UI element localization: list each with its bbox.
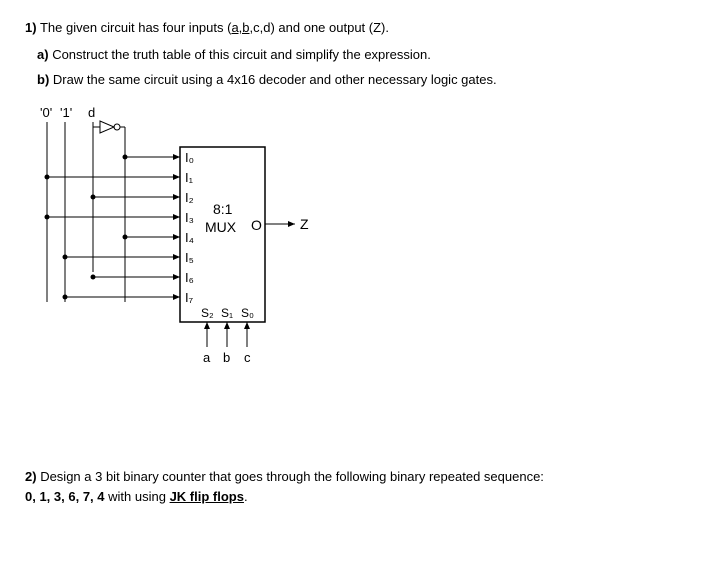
label-i7: I₇ — [185, 290, 194, 305]
label-sel-b: b — [223, 350, 230, 365]
q1-b-text: Draw the same circuit using a 4x16 decod… — [53, 72, 497, 87]
q1-a-label: a) — [37, 47, 49, 62]
label-zero: '0' — [40, 105, 52, 120]
q1-inputs-underlined: a,b — [231, 20, 249, 35]
q2-with-using: with using — [108, 489, 166, 504]
q1-intro-before: The given circuit has four inputs ( — [40, 20, 231, 35]
q2-sequence: 0, 1, 3, 6, 7, 4 — [25, 489, 105, 504]
q2-number: 2) — [25, 469, 37, 484]
label-d: d — [88, 105, 95, 120]
label-i1: I₁ — [185, 170, 194, 185]
label-s1: S₁ — [221, 306, 233, 320]
label-i4: I₄ — [185, 230, 194, 245]
question-2: 2) Design a 3 bit binary counter that go… — [25, 467, 682, 506]
q1-part-b: b) Draw the same circuit using a 4x16 de… — [37, 72, 682, 87]
label-s0: S₀ — [241, 306, 254, 320]
q1-part-a: a) Construct the truth table of this cir… — [37, 47, 682, 62]
label-output-z: Z — [300, 216, 309, 232]
label-i5: I₅ — [185, 250, 194, 265]
q1-number: 1) — [25, 20, 37, 35]
q1-intro-after: ,c,d) and one output (Z). — [250, 20, 389, 35]
circuit-svg: '0' '1' d I₀ I₁ I₂ I₃ I₄ I₅ I₆ I₇ 8:1 MU… — [35, 102, 385, 382]
label-i2: I₂ — [185, 190, 194, 205]
label-s2: S₂ — [201, 306, 214, 320]
q2-text-before: Design a 3 bit binary counter that goes … — [40, 469, 544, 484]
label-mux-ratio: 8:1 — [213, 201, 233, 217]
label-i6: I₆ — [185, 270, 194, 285]
q1-b-label: b) — [37, 72, 49, 87]
label-i0: I₀ — [185, 150, 194, 165]
q2-flip-flops: JK flip flops — [170, 489, 244, 504]
label-mux-name: MUX — [205, 219, 237, 235]
label-i3: I₃ — [185, 210, 194, 225]
not-gate-triangle — [100, 121, 114, 133]
question-1-header: 1) The given circuit has four inputs (a,… — [25, 20, 682, 35]
q2-period: . — [244, 489, 248, 504]
label-output-o: O — [251, 217, 262, 233]
label-one: '1' — [60, 105, 72, 120]
q1-a-text: Construct the truth table of this circui… — [52, 47, 431, 62]
circuit-diagram: '0' '1' d I₀ I₁ I₂ I₃ I₄ I₅ I₆ I₇ 8:1 MU… — [35, 102, 385, 382]
label-sel-c: c — [244, 350, 251, 365]
label-sel-a: a — [203, 350, 211, 365]
